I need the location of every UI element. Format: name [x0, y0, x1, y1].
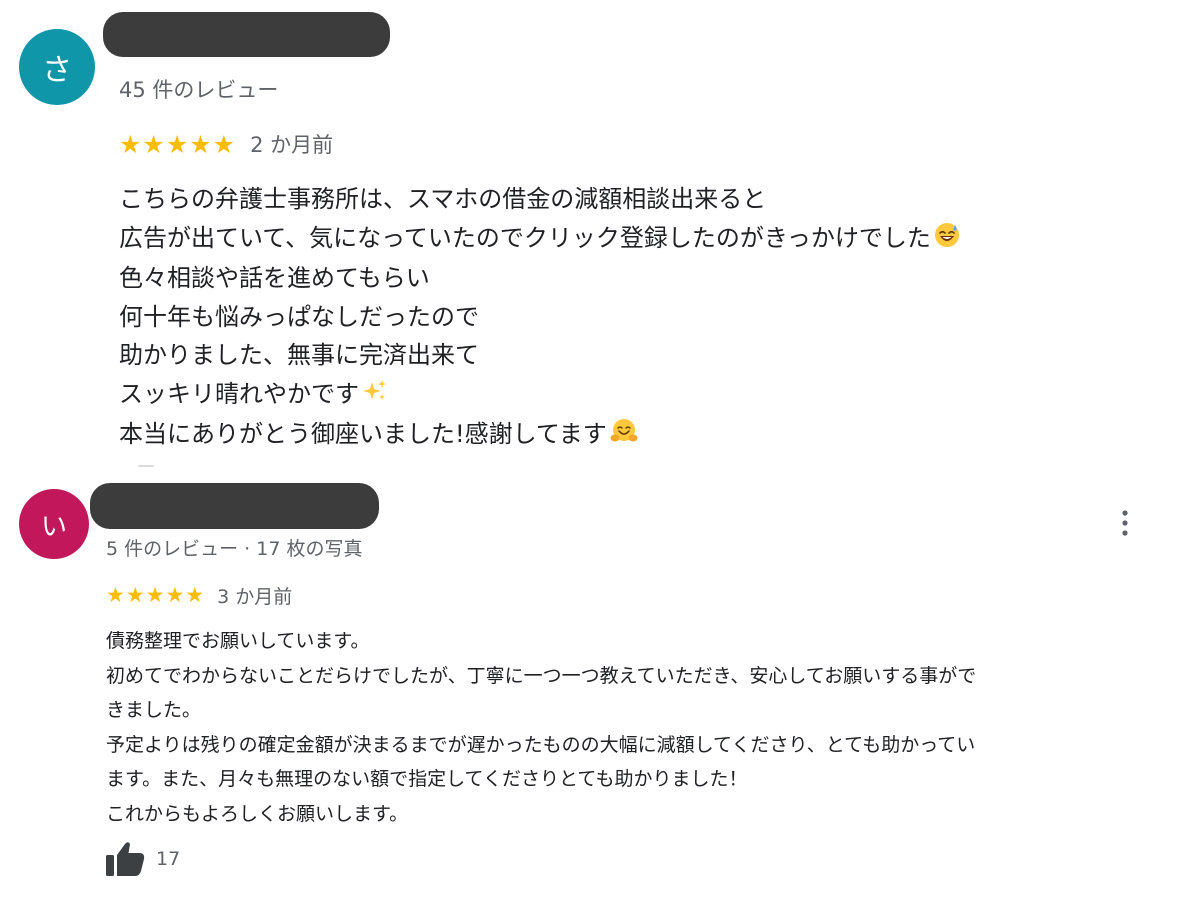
- review-line: 何十年も悩みっぱなしだったので: [119, 302, 479, 331]
- sweat-smile-emoji-icon: [934, 221, 960, 260]
- review-line: 色々相談や話を進めてもらい: [119, 264, 430, 292]
- reviewer-avatar[interactable]: さ: [19, 29, 95, 105]
- star-rating: ★★★★★: [119, 129, 237, 159]
- reviewer-meta[interactable]: 5 件のレビュー · 17 枚の写真: [106, 534, 362, 561]
- reviewer-avatar[interactable]: い: [19, 489, 89, 559]
- review-date: 3 か月前: [217, 585, 293, 608]
- reviewer-name-redacted[interactable]: [103, 12, 390, 57]
- sparkles-emoji-icon: [362, 377, 388, 416]
- avatar-letter: さ: [42, 53, 72, 88]
- avatar-letter: い: [40, 511, 67, 542]
- more-options-button[interactable]: [1110, 505, 1140, 541]
- review-text: こちらの弁護士事務所は、スマホの借金の減額相談出来ると 広告が出ていて、気になっ…: [119, 180, 960, 456]
- thumbs-up-icon: [106, 842, 145, 876]
- review-line: これからもよろしくお願いします。: [106, 802, 409, 825]
- review-line: 助かりました、無事に完済出来て: [119, 341, 479, 369]
- review-text: 債務整理でお願いしています。 初めてでわからないことだらけでしたが、丁寧に一つ一…: [106, 624, 976, 831]
- rating-row: ★★★★★ 3 か月前: [106, 580, 292, 610]
- review-line: ます。また、月々も無理のない額で指定してくださりとても助かりました！: [106, 768, 748, 790]
- review-line: 広告が出ていて、気になっていたのでクリック登録したのがきっかけでした: [119, 219, 960, 260]
- reviewer-name-redacted[interactable]: [90, 483, 379, 529]
- like-button[interactable]: 17: [104, 840, 180, 878]
- review-line: 初めてでわからないことだらけでしたが、丁寧に一つ一つ教えていただき、安心してお願…: [106, 664, 977, 687]
- review-line: 債務整理でお願いしています。: [106, 630, 370, 652]
- rating-row: ★★★★★ 2 か月前: [119, 126, 333, 162]
- divider-mark: [138, 465, 154, 467]
- review-line: きました。: [106, 699, 202, 721]
- review-line: スッキリ晴れやかです: [119, 375, 960, 416]
- like-count: 17: [156, 848, 181, 870]
- more-vertical-icon: [1122, 510, 1128, 536]
- review-line: 予定よりは残りの確定金額が決まるまでが遅かったものの大幅に減額してくださり、とて…: [106, 733, 976, 756]
- review-line: 本当にありがとう御座いました!感謝してます: [119, 415, 960, 456]
- review-line: こちらの弁護士事務所は、スマホの借金の減額相談出来ると: [119, 185, 767, 213]
- reviewer-meta[interactable]: 45 件のレビュー: [119, 74, 278, 104]
- review-date: 2 か月前: [250, 133, 334, 157]
- star-rating: ★★★★★: [106, 583, 206, 607]
- hugging-face-emoji-icon: [610, 417, 638, 456]
